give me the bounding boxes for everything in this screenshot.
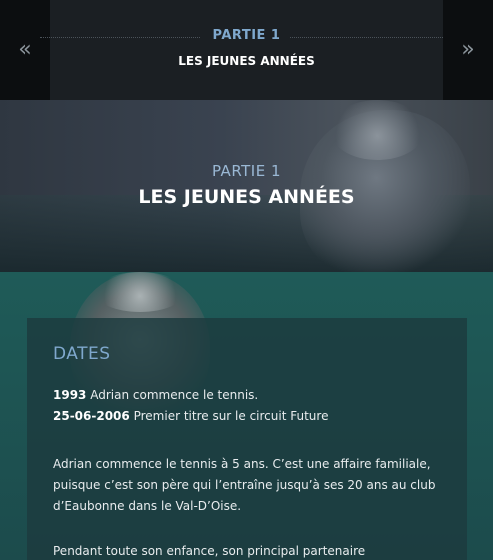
dates-section: DATES 1993 Adrian commence le tennis. 25… <box>0 272 493 560</box>
next-chapter-icon[interactable]: » <box>453 38 483 62</box>
event-line: 25-06-2006 Premier titre sur le circuit … <box>53 406 453 427</box>
chapter-hero-banner: PARTIE 1 LES JEUNES ANNÉES <box>0 100 493 272</box>
body-paragraph: Adrian commence le tennis à 5 ans. C’est… <box>53 457 436 513</box>
dates-heading: DATES <box>53 344 111 364</box>
event-date: 1993 <box>53 388 87 402</box>
body-paragraph: Pendant toute son enfance, son principal… <box>53 544 366 558</box>
chapter-navigation-center <box>50 0 443 100</box>
hero-part-label: PARTIE 1 <box>211 162 282 180</box>
event-line: 1993 Adrian commence le tennis. <box>53 385 453 406</box>
dates-panel: DATES 1993 Adrian commence le tennis. 25… <box>27 318 467 560</box>
nav-part-label[interactable]: PARTIE 1 <box>0 28 493 43</box>
chapter-navigation-bar: « PARTIE 1 LES JEUNES ANNÉES » <box>0 0 493 100</box>
event-date: 25-06-2006 <box>53 409 130 423</box>
hero-player-cap <box>330 100 425 160</box>
section-background-cap <box>95 272 185 312</box>
event-text: Adrian commence le tennis. <box>90 388 259 402</box>
event-text: Premier titre sur le circuit Future <box>133 409 329 423</box>
nav-chapter-title[interactable]: LES JEUNES ANNÉES <box>0 54 493 68</box>
hero-chapter-title: LES JEUNES ANNÉES <box>138 186 355 208</box>
